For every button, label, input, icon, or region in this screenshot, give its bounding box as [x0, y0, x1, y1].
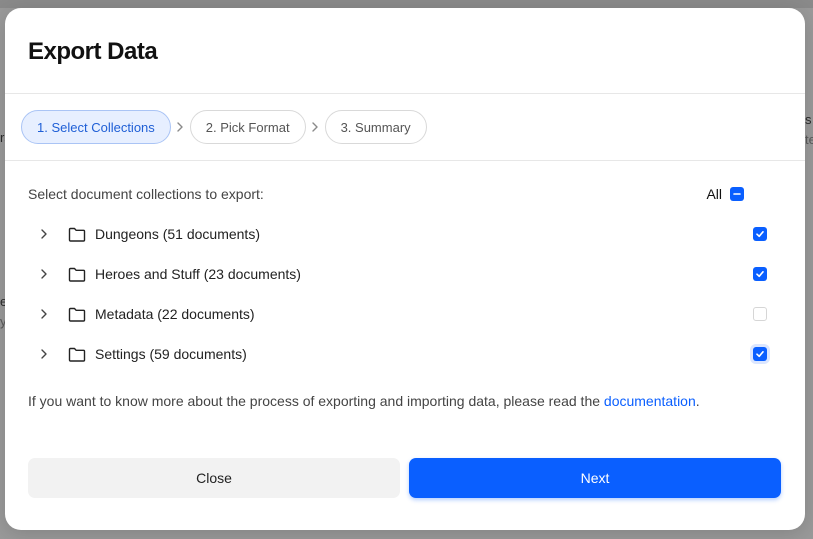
collection-checkbox[interactable] [753, 227, 767, 241]
step-pick-format[interactable]: 2. Pick Format [189, 110, 306, 144]
select-all-checkbox[interactable] [730, 187, 744, 201]
background-fragment: te [805, 132, 813, 147]
export-data-dialog: Export Data 1. Select Collections 2. Pic… [5, 8, 805, 530]
documentation-link[interactable]: documentation [604, 393, 696, 409]
check-icon [756, 351, 764, 358]
check-icon [756, 271, 764, 278]
check-icon [756, 231, 764, 238]
folder-icon [68, 307, 86, 322]
background-fragment: s [805, 112, 812, 127]
selection-header: Select document collections to export: A… [28, 185, 782, 203]
stepper: 1. Select Collections 2. Pick Format 3. … [5, 94, 805, 161]
collection-label: Metadata (22 documents) [95, 306, 255, 322]
chevron-right-icon [306, 122, 325, 132]
collection-row-metadata[interactable]: Metadata (22 documents) [28, 294, 782, 334]
collection-label: Settings (59 documents) [95, 346, 247, 362]
collection-checkbox[interactable] [753, 347, 767, 361]
folder-icon [68, 267, 86, 282]
folder-icon [68, 227, 86, 242]
collection-label: Heroes and Stuff (23 documents) [95, 266, 301, 282]
chevron-right-icon[interactable] [40, 309, 54, 319]
collection-row-dungeons[interactable]: Dungeons (51 documents) [28, 214, 782, 254]
step-select-collections[interactable]: 1. Select Collections [21, 110, 171, 144]
dialog-content: Select document collections to export: A… [5, 161, 805, 409]
minus-icon [733, 193, 741, 195]
info-text: If you want to know more about the proce… [28, 393, 782, 409]
next-button[interactable]: Next [409, 458, 781, 498]
select-all-label: All [706, 186, 722, 202]
dialog-footer: Close Next [28, 458, 781, 498]
chevron-right-icon [171, 122, 190, 132]
folder-icon [68, 347, 86, 362]
info-text-suffix: . [695, 393, 700, 409]
chevron-right-icon[interactable] [40, 349, 54, 359]
collection-row-settings[interactable]: Settings (59 documents) [28, 334, 782, 374]
selection-intro: Select document collections to export: [28, 186, 264, 202]
collection-checkbox[interactable] [753, 307, 767, 321]
background-top-strip [0, 0, 813, 8]
step-summary[interactable]: 3. Summary [324, 110, 427, 144]
collection-checkbox[interactable] [753, 267, 767, 281]
close-button[interactable]: Close [28, 458, 400, 498]
dialog-header: Export Data [5, 8, 805, 94]
dialog-title: Export Data [28, 38, 158, 65]
collection-label: Dungeons (51 documents) [95, 226, 260, 242]
info-text-body: If you want to know more about the proce… [28, 393, 604, 409]
chevron-right-icon[interactable] [40, 229, 54, 239]
select-all: All [706, 186, 744, 202]
chevron-right-icon[interactable] [40, 269, 54, 279]
collection-row-heroes[interactable]: Heroes and Stuff (23 documents) [28, 254, 782, 294]
